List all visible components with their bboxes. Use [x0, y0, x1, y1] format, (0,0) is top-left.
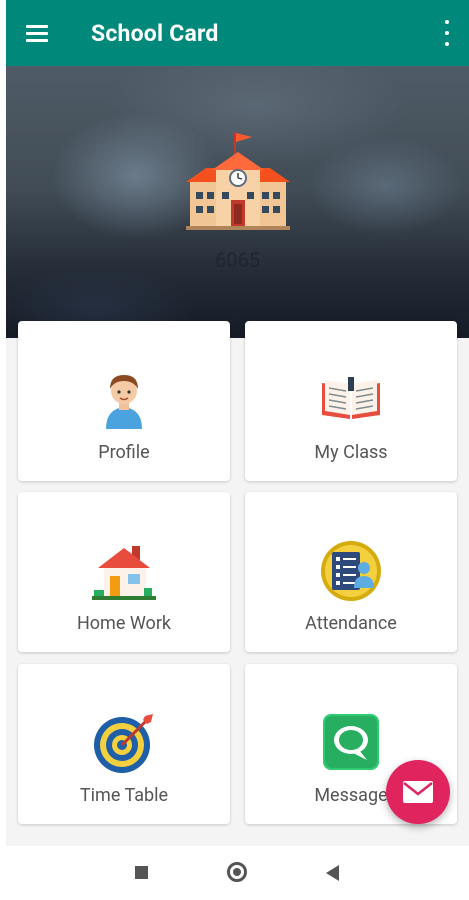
tile-profile[interactable]: Profile — [18, 321, 230, 481]
open-book-icon — [322, 377, 380, 419]
tile-label: My Class — [314, 442, 388, 463]
more-vert-icon[interactable] — [443, 20, 451, 46]
student-avatar-icon — [106, 375, 142, 429]
tile-label: Home Work — [76, 613, 172, 634]
back-triangle-icon[interactable] — [326, 865, 339, 881]
tile-label: Time Table — [79, 785, 169, 806]
tile-my-class[interactable]: My Class — [245, 321, 457, 481]
app-bar: School Card — [6, 0, 469, 66]
app-title: School Card — [91, 19, 219, 47]
tile-label: Attendance — [305, 613, 397, 634]
school-building-icon — [186, 132, 290, 230]
compose-message-fab[interactable] — [386, 760, 450, 824]
recent-apps-square-icon[interactable] — [135, 866, 148, 879]
house-icon — [92, 546, 156, 600]
system-nav-bar — [0, 846, 469, 900]
tile-label: Profile — [98, 442, 150, 463]
hamburger-menu-icon[interactable] — [26, 18, 56, 48]
attendance-checklist-icon — [321, 541, 381, 601]
mail-envelope-icon — [403, 781, 433, 803]
tile-time-table[interactable]: Time Table — [18, 664, 230, 824]
home-circle-icon[interactable] — [227, 862, 247, 882]
tile-home-work[interactable]: Home Work — [18, 492, 230, 652]
tile-attendance[interactable]: Attendance — [245, 492, 457, 652]
chat-bubble-icon — [323, 714, 379, 770]
target-dart-icon — [94, 714, 153, 773]
school-code: 6065 — [215, 248, 260, 272]
school-header: 6065 — [6, 66, 469, 338]
